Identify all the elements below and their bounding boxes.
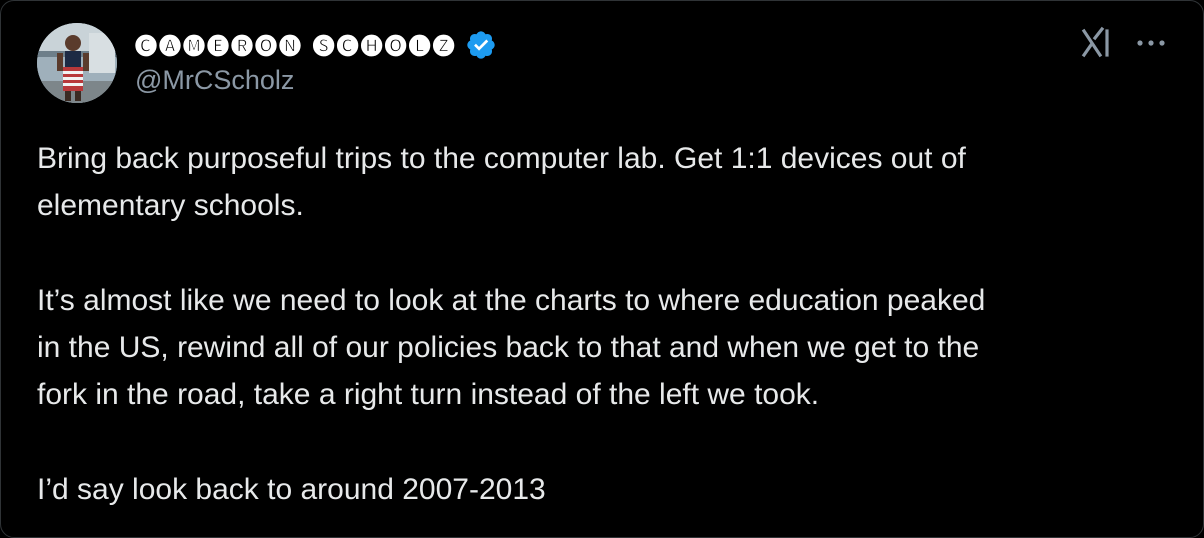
author-name-row: 🅒🅐🅜🅔🅡🅞🅝 🅢🅒🅗🅞🅛🅩	[135, 29, 497, 61]
tweet-line: It’s almost like we need to look at the …	[37, 284, 986, 317]
tweet-line: elementary schools.	[37, 189, 304, 222]
tweet-card[interactable]: 🅒🅐🅜🅔🅡🅞🅝 🅢🅒🅗🅞🅛🅩 @MrCScholz Bring back pur…	[0, 0, 1204, 538]
avatar[interactable]	[37, 23, 117, 103]
tweet-text: Bring back purposeful trips to the compu…	[37, 135, 1177, 513]
more-options-icon[interactable]	[1131, 25, 1171, 61]
grok-icon[interactable]	[1079, 25, 1115, 61]
tweet-line: Bring back purposeful trips to the compu…	[37, 142, 966, 175]
tweet-line: I’d say look back to around 2007-2013	[37, 473, 546, 506]
tweet-line: fork in the road, take a right turn inst…	[37, 378, 820, 411]
author-handle[interactable]: @MrCScholz	[135, 65, 294, 96]
verified-badge-icon	[467, 31, 495, 59]
author-display-name[interactable]: 🅒🅐🅜🅔🅡🅞🅝 🅢🅒🅗🅞🅛🅩	[135, 29, 457, 61]
avatar-photo	[37, 23, 117, 103]
tweet-line: in the US, rewind all of our policies ba…	[37, 331, 980, 364]
